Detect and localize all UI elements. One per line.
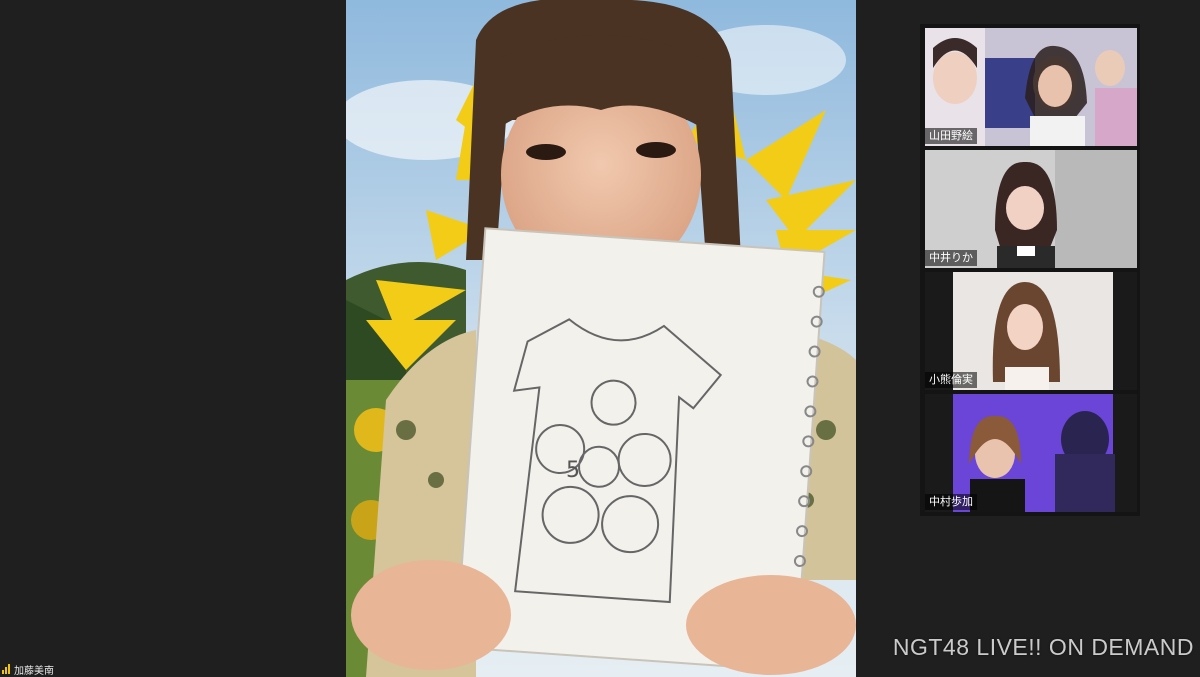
sketch-number-label: 5 [566,458,580,483]
video-call-window: 5 加藤美南 NGT48 LIVE!! ON DEMAND 山田野絵 中井りか … [0,0,1200,677]
main-video-frame [346,0,856,677]
participant-gallery: 山田野絵 中井りか 小熊倫実 中村歩加 [920,24,1140,516]
participant-name: 小熊倫実 [925,372,977,388]
active-speaker-name: 加藤美南 [14,665,54,677]
participant-name: 中井りか [925,250,977,266]
participant-tile[interactable]: 山田野絵 [925,28,1137,146]
participant-tile[interactable]: 小熊倫実 [925,272,1137,390]
participant-tile[interactable]: 中村歩加 [925,394,1137,512]
main-speaker-video[interactable]: 5 [346,0,856,677]
participant-name: 山田野絵 [925,128,977,144]
signal-bars-icon [2,664,10,674]
broadcast-watermark: NGT48 LIVE!! ON DEMAND [892,634,1194,660]
active-speaker-tag: 加藤美南 [2,661,54,677]
participant-name: 中村歩加 [925,494,977,510]
participant-tile[interactable]: 中井りか [925,150,1137,268]
